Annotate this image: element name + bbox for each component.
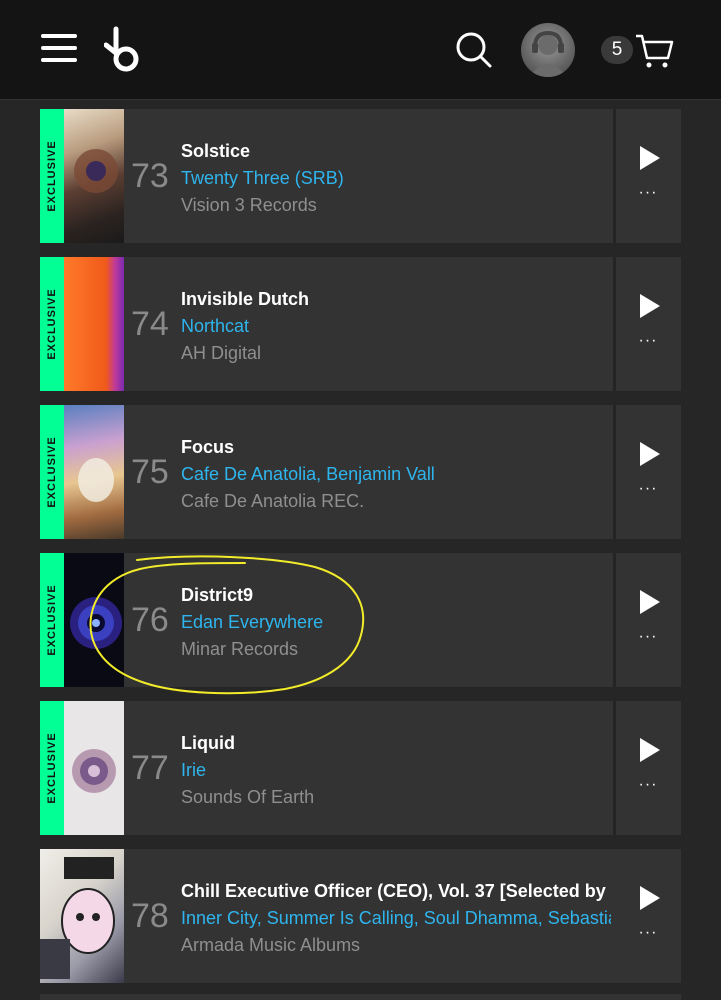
track-artist[interactable]: Edan Everywhere xyxy=(181,609,611,636)
play-icon[interactable] xyxy=(640,146,660,170)
beatport-logo[interactable] xyxy=(104,25,144,75)
track-title[interactable]: Liquid xyxy=(181,731,611,757)
more-options-icon[interactable]: ··· xyxy=(638,184,658,202)
track-label[interactable]: Minar Records xyxy=(181,636,611,663)
track-rank: 73 xyxy=(131,157,169,195)
track-rank: 76 xyxy=(131,601,169,639)
hamburger-menu-icon[interactable] xyxy=(41,32,77,64)
more-options-icon[interactable]: ··· xyxy=(638,480,658,498)
track-row[interactable]: EXCLUSIVE 73 Solstice Twenty Three (SRB)… xyxy=(40,109,681,243)
search-icon[interactable] xyxy=(455,31,493,69)
track-artist[interactable]: Cafe De Anatolia, Benjamin Vall xyxy=(181,461,611,488)
track-rank: 74 xyxy=(131,305,169,343)
exclusive-badge: EXCLUSIVE xyxy=(40,553,64,687)
row-divider xyxy=(613,701,616,835)
track-title[interactable]: Focus xyxy=(181,435,611,461)
exclusive-badge: EXCLUSIVE xyxy=(40,405,64,539)
exclusive-badge: EXCLUSIVE xyxy=(40,109,64,243)
track-label[interactable]: Armada Music Albums xyxy=(181,932,611,959)
more-options-icon[interactable]: ··· xyxy=(638,924,658,942)
track-row[interactable]: EXCLUSIVE 74 Invisible Dutch Northcat AH… xyxy=(40,257,681,391)
track-row[interactable]: EXCLUSIVE 76 District9 Edan Everywhere M… xyxy=(40,553,681,687)
play-icon[interactable] xyxy=(640,294,660,318)
row-divider xyxy=(613,109,616,243)
track-title[interactable]: District9 xyxy=(181,583,611,609)
cart-count-badge[interactable]: 5 xyxy=(601,36,633,64)
track-artist[interactable]: Inner City, Summer Is Calling, Soul Dham… xyxy=(181,905,611,932)
exclusive-badge: EXCLUSIVE xyxy=(40,257,64,391)
track-artwork[interactable] xyxy=(64,109,124,243)
row-divider xyxy=(613,405,616,539)
track-artist[interactable]: Northcat xyxy=(181,313,611,340)
track-row-partial[interactable] xyxy=(40,994,681,1000)
exclusive-badge: EXCLUSIVE xyxy=(40,701,64,835)
track-label[interactable]: AH Digital xyxy=(181,340,611,367)
play-icon[interactable] xyxy=(640,442,660,466)
track-title[interactable]: Chill Executive Officer (CEO), Vol. 37 [… xyxy=(181,879,611,905)
more-options-icon[interactable]: ··· xyxy=(638,332,658,350)
track-label[interactable]: Sounds Of Earth xyxy=(181,784,611,811)
track-rank: 75 xyxy=(131,453,169,491)
track-artist[interactable]: Irie xyxy=(181,757,611,784)
track-title[interactable]: Solstice xyxy=(181,139,611,165)
track-artwork[interactable] xyxy=(40,849,124,983)
more-options-icon[interactable]: ··· xyxy=(638,776,658,794)
track-artwork[interactable] xyxy=(64,553,124,687)
track-list: EXCLUSIVE 73 Solstice Twenty Three (SRB)… xyxy=(40,109,681,997)
track-rank: 78 xyxy=(131,897,169,935)
more-options-icon[interactable]: ··· xyxy=(638,628,658,646)
track-label[interactable]: Cafe De Anatolia REC. xyxy=(181,488,611,515)
track-label[interactable]: Vision 3 Records xyxy=(181,192,611,219)
row-divider xyxy=(613,257,616,391)
cart-icon[interactable] xyxy=(634,30,674,70)
play-icon[interactable] xyxy=(640,590,660,614)
track-row[interactable]: 78 Chill Executive Officer (CEO), Vol. 3… xyxy=(40,849,681,983)
top-navigation-bar: 5 xyxy=(0,0,721,100)
track-artwork[interactable] xyxy=(64,257,124,391)
track-artwork[interactable] xyxy=(64,405,124,539)
track-artwork[interactable] xyxy=(64,701,124,835)
row-divider xyxy=(613,553,616,687)
track-artist[interactable]: Twenty Three (SRB) xyxy=(181,165,611,192)
user-avatar[interactable] xyxy=(521,23,575,77)
track-row[interactable]: EXCLUSIVE 75 Focus Cafe De Anatolia, Ben… xyxy=(40,405,681,539)
track-rank: 77 xyxy=(131,749,169,787)
track-title[interactable]: Invisible Dutch xyxy=(181,287,611,313)
track-row[interactable]: EXCLUSIVE 77 Liquid Irie Sounds Of Earth… xyxy=(40,701,681,835)
play-icon[interactable] xyxy=(640,738,660,762)
play-icon[interactable] xyxy=(640,886,660,910)
